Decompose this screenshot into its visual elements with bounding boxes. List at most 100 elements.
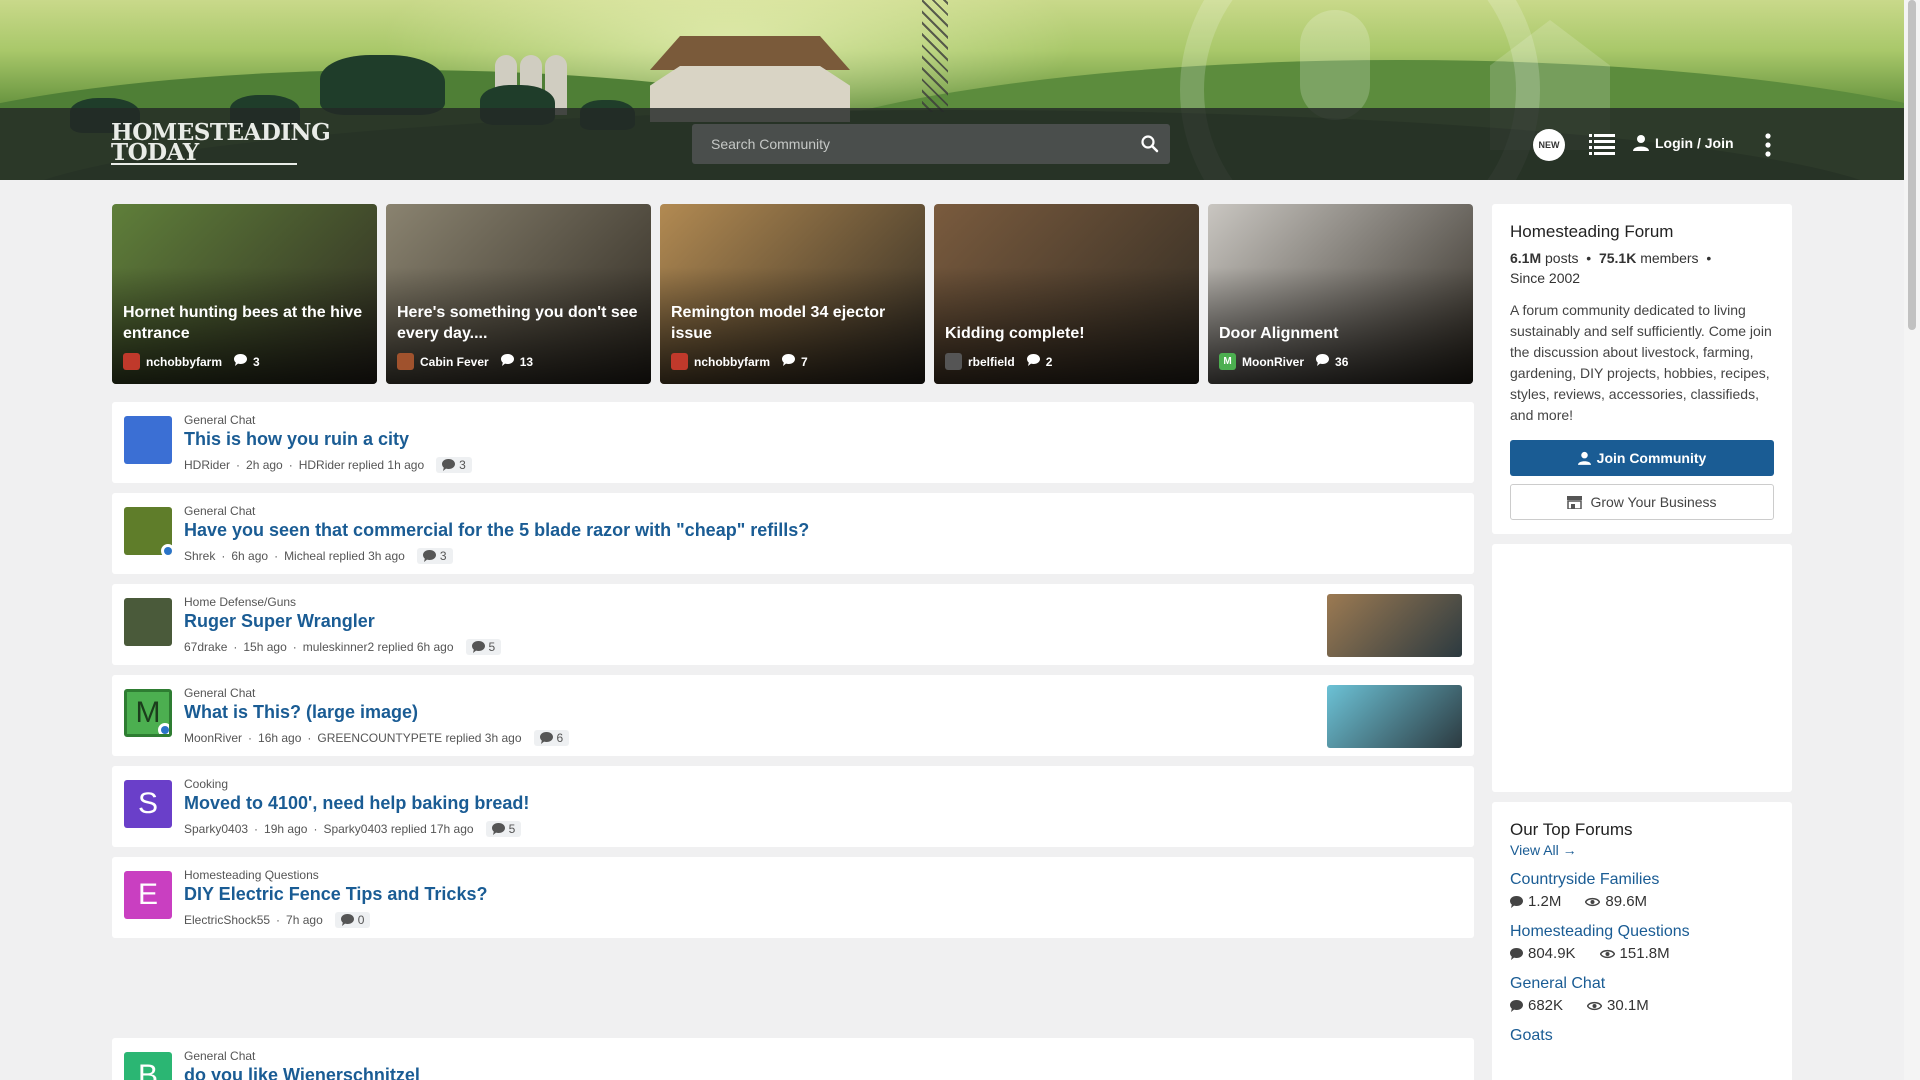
ad-slot: [1492, 544, 1792, 792]
thread-title[interactable]: DIY Electric Fence Tips and Tricks?: [184, 884, 487, 905]
featured-author[interactable]: nchobbyfarm: [146, 355, 222, 369]
thread-title[interactable]: do you like Wienerschnitzel: [184, 1065, 420, 1080]
avatar[interactable]: [124, 416, 172, 464]
forum-link[interactable]: General Chat: [1510, 975, 1774, 993]
featured-card[interactable]: Kidding complete! rbelfield 2: [934, 204, 1199, 384]
comment-icon: [234, 354, 248, 366]
thread-author[interactable]: MoonRiver: [184, 731, 242, 745]
top-forum-item: Countryside Families 1.2M 89.6M: [1510, 871, 1774, 910]
thread-title[interactable]: Moved to 4100', need help baking bread!: [184, 793, 529, 814]
since-year: Since 2002: [1510, 270, 1581, 286]
featured-carousel: Hornet hunting bees at the hive entrance…: [112, 204, 1473, 384]
thread-category[interactable]: General Chat: [184, 504, 255, 518]
thread-title[interactable]: Ruger Super Wrangler: [184, 611, 375, 632]
thread-list: General Chat This is how you ruin a city H…: [112, 402, 1474, 1080]
reply-count-badge: 5: [465, 639, 502, 655]
top-forums-card: Our Top Forums View All → Countryside Fa…: [1492, 802, 1792, 1080]
thread-meta: 67drake · 15h ago · muleskinner2 replied 6h …: [184, 639, 502, 655]
thread-row[interactable]: General Chat Have you seen that commercia…: [112, 493, 1474, 574]
login-label: Login / Join: [1655, 134, 1734, 151]
reply-count-badge: 3: [436, 457, 472, 473]
comment-icon: [539, 732, 553, 744]
forum-link[interactable]: Homesteading Questions: [1510, 923, 1774, 941]
thread-category[interactable]: Cooking: [184, 777, 228, 791]
featured-author[interactable]: MoonRiver: [1242, 355, 1304, 369]
avatar[interactable]: M: [124, 689, 172, 737]
more-menu-icon[interactable]: [1764, 133, 1772, 157]
thread-row[interactable]: E Homesteading Questions DIY Electric Fenc…: [112, 857, 1474, 938]
view-all-link[interactable]: View All →: [1510, 842, 1774, 858]
forum-title: Homesteading Forum: [1510, 222, 1674, 241]
thread-title[interactable]: Have you seen that commercial for the 5 …: [184, 520, 809, 541]
reply-count: 6: [556, 731, 564, 745]
thread-row[interactable]: M General Chat What is This? (large image)…: [112, 675, 1474, 756]
thread-category[interactable]: Home Defense/Guns: [184, 595, 296, 609]
site-logo[interactable]: HOMESTEADING TODAY: [111, 121, 331, 166]
thread-time: 16h ago: [258, 731, 302, 745]
avatar[interactable]: B: [124, 1052, 172, 1080]
grow-business-label: Grow Your Business: [1590, 494, 1717, 510]
thread-meta: MoonRiver · 16h ago · GREENCOUNTYPETE replie…: [184, 730, 570, 746]
login-join-button[interactable]: Login / Join: [1633, 134, 1734, 151]
eye-icon: [1587, 1001, 1603, 1010]
comment-icon: [422, 550, 436, 562]
thread-row[interactable]: S Cooking Moved to 4100', need help baking…: [112, 766, 1474, 847]
featured-author[interactable]: nchobbyfarm: [694, 355, 770, 369]
thread-title[interactable]: This is how you ruin a city: [184, 429, 409, 450]
search-icon[interactable]: [1140, 134, 1160, 154]
thread-title[interactable]: What is This? (large image): [184, 702, 418, 723]
thread-thumbnail[interactable]: [1327, 685, 1462, 748]
thread-author[interactable]: 67drake: [184, 640, 227, 654]
featured-meta: nchobbyfarm 7: [671, 353, 808, 370]
author-avatar: [397, 353, 414, 370]
featured-card[interactable]: Door Alignment M MoonRiver 36: [1208, 204, 1473, 384]
stats-separator: •: [1582, 250, 1596, 266]
forum-posts-value: 804.9K: [1528, 945, 1576, 962]
community-about-card: Homesteading Forum 6.1M posts • 75.1K me…: [1492, 204, 1792, 534]
thread-author[interactable]: HDRider: [184, 458, 230, 472]
thread-row[interactable]: General Chat This is how you ruin a city H…: [112, 402, 1474, 483]
forum-posts-value: 682K: [1528, 997, 1564, 1014]
thread-category[interactable]: General Chat: [184, 1049, 255, 1063]
view-all-label: View All: [1510, 842, 1559, 858]
featured-author[interactable]: rbelfield: [968, 355, 1015, 369]
join-community-button[interactable]: Join Community: [1510, 440, 1774, 476]
meta-separator: ·: [288, 458, 293, 472]
top-forum-item: General Chat 682K 30.1M: [1510, 975, 1774, 1014]
comment-icon: [1510, 895, 1523, 908]
featured-author[interactable]: Cabin Fever: [420, 355, 489, 369]
thread-author[interactable]: Shrek: [184, 549, 215, 563]
list-icon[interactable]: [1589, 133, 1615, 157]
search-input[interactable]: [711, 136, 1111, 152]
thread-meta: ElectricShock55 · 7h ago 0: [184, 912, 371, 928]
avatar[interactable]: [124, 507, 172, 555]
featured-card[interactable]: Hornet hunting bees at the hive entrance…: [112, 204, 377, 384]
forum-link[interactable]: Countryside Families: [1510, 871, 1774, 889]
thread-category[interactable]: General Chat: [184, 686, 255, 700]
avatar[interactable]: E: [124, 871, 172, 919]
logo-underline: [111, 163, 297, 165]
thread-meta: Shrek · 6h ago · Micheal replied 3h ago 3: [184, 548, 453, 564]
featured-title: Door Alignment: [1219, 325, 1339, 342]
logo-line2: TODAY: [111, 139, 199, 166]
featured-card[interactable]: Remington model 34 ejector issue nchobbyf…: [660, 204, 925, 384]
thread-author[interactable]: Sparky0403: [184, 822, 248, 836]
avatar[interactable]: [124, 598, 172, 646]
thread-author[interactable]: ElectricShock55: [184, 913, 270, 927]
comment-icon: [500, 354, 514, 366]
forum-link[interactable]: Goats: [1510, 1027, 1774, 1045]
thread-category[interactable]: Homesteading Questions: [184, 868, 319, 882]
scrollbar-thumb[interactable]: [1908, 0, 1916, 330]
thread-thumbnail[interactable]: [1327, 594, 1462, 657]
new-posts-button[interactable]: NEW: [1533, 129, 1565, 161]
page-scrollbar[interactable]: [1904, 0, 1920, 1080]
thread-last-reply: GREENCOUNTYPETE replied 3h ago: [317, 731, 522, 745]
thread-category[interactable]: General Chat: [184, 413, 255, 427]
featured-card[interactable]: Here's something you don't see every day…: [386, 204, 651, 384]
avatar[interactable]: S: [124, 780, 172, 828]
grow-business-button[interactable]: Grow Your Business: [1510, 484, 1774, 520]
thread-row[interactable]: B General Chat do you like Wienerschnitzel: [112, 1038, 1474, 1080]
thread-row[interactable]: Home Defense/Guns Ruger Super Wrangler 67d…: [112, 584, 1474, 665]
reply-count-badge: 0: [334, 912, 371, 928]
avatar-letter: B: [137, 1059, 158, 1080]
